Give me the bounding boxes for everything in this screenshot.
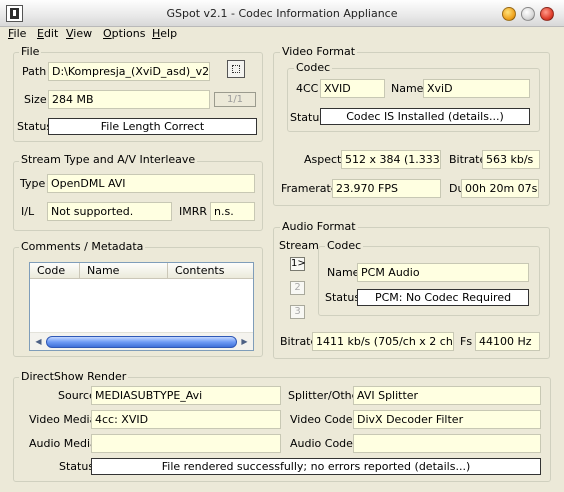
menu-help[interactable]: Help bbox=[152, 27, 177, 40]
file-status-field: File Length Correct bbox=[48, 118, 257, 135]
audio-status-label: Status bbox=[325, 291, 361, 304]
audio-stream-3-button[interactable]: 3 bbox=[290, 305, 305, 319]
video-codec-label: Video Codec bbox=[290, 413, 359, 426]
menu-view-label: iew bbox=[73, 27, 93, 40]
video-name-label: Name bbox=[391, 82, 424, 95]
minimize-button[interactable] bbox=[502, 7, 516, 21]
column-header-contents[interactable]: Contents bbox=[168, 263, 253, 279]
menu-file[interactable]: File bbox=[8, 27, 26, 40]
video-media-field[interactable]: 4cc: XVID bbox=[91, 410, 281, 429]
splitter-field[interactable]: AVI Splitter bbox=[353, 386, 541, 405]
audio-stream-2-button[interactable]: 2 bbox=[290, 281, 305, 295]
imrr-field[interactable]: n.s. bbox=[210, 202, 255, 221]
audio-codec-field[interactable] bbox=[353, 434, 541, 453]
fourcc-field[interactable]: XVID bbox=[320, 79, 385, 98]
audio-codec-label: Audio Codec bbox=[290, 437, 359, 450]
audio-stream-1-button[interactable]: 1> bbox=[290, 257, 306, 271]
video-codec-group-label: Codec bbox=[294, 61, 333, 74]
size-label: Size bbox=[24, 93, 47, 106]
page-indicator[interactable]: 1/1 bbox=[214, 92, 256, 107]
menu-options[interactable]: Options bbox=[103, 27, 145, 40]
close-button[interactable] bbox=[540, 7, 554, 21]
menu-help-label: elp bbox=[160, 27, 178, 40]
menu-options-key: O bbox=[103, 27, 112, 40]
video-status-field[interactable]: Codec IS Installed (details...) bbox=[320, 108, 530, 125]
path-label: Path bbox=[22, 65, 47, 78]
stream-type-group-label: Stream Type and A/V Interleave bbox=[19, 153, 198, 166]
audio-bitrate-field[interactable]: 1411 kb/s (705/ch x 2 ch) bbox=[312, 332, 454, 351]
audio-name-field[interactable]: PCM Audio bbox=[357, 263, 529, 282]
aspect-label: Aspect bbox=[304, 153, 342, 166]
fs-label: Fs bbox=[460, 335, 473, 348]
audio-media-field[interactable] bbox=[91, 434, 281, 453]
scroll-left-icon[interactable]: ◀ bbox=[31, 335, 46, 349]
directshow-group-label: DirectShow Render bbox=[19, 370, 129, 383]
source-field[interactable]: MEDIASUBTYPE_Avi bbox=[91, 386, 281, 405]
menu-edit-label: dit bbox=[43, 27, 59, 40]
menu-options-label: ptions bbox=[111, 27, 146, 40]
menu-view[interactable]: View bbox=[66, 27, 92, 40]
metadata-list[interactable]: Code Name Contents ◀ ▶ bbox=[29, 262, 254, 351]
menu-edit[interactable]: Edit bbox=[37, 27, 58, 40]
il-field[interactable]: Not supported. bbox=[47, 202, 172, 221]
fourcc-label: 4CC bbox=[296, 82, 319, 95]
file-status-label: Status bbox=[17, 120, 53, 133]
browse-icon bbox=[232, 65, 240, 73]
audio-media-label: Audio Media bbox=[29, 437, 97, 450]
column-header-name[interactable]: Name bbox=[80, 263, 168, 279]
aspect-field[interactable]: 512 x 384 (1.333 : bbox=[341, 150, 441, 169]
audio-status-field[interactable]: PCM: No Codec Required bbox=[357, 289, 529, 306]
stream-label: Stream bbox=[279, 239, 319, 252]
window-title: GSpot v2.1 - Codec Information Appliance bbox=[166, 7, 398, 20]
render-status-field[interactable]: File rendered successfully; no errors re… bbox=[91, 458, 541, 475]
video-media-label: Video Media bbox=[29, 413, 97, 426]
type-label: Type bbox=[20, 177, 46, 190]
scroll-right-icon[interactable]: ▶ bbox=[237, 335, 252, 349]
imrr-label: IMRR bbox=[179, 205, 208, 218]
video-name-field[interactable]: XviD bbox=[423, 79, 530, 98]
file-group-label: File bbox=[19, 45, 42, 58]
il-label: I/L bbox=[21, 205, 35, 218]
fs-field[interactable]: 44100 Hz bbox=[475, 332, 540, 351]
comments-group-label: Comments / Metadata bbox=[19, 240, 146, 253]
type-field[interactable]: OpenDML AVI bbox=[47, 174, 255, 193]
menu-edit-key: E bbox=[37, 27, 44, 40]
framerate-field[interactable]: 23.970 FPS bbox=[332, 179, 441, 198]
menu-file-label: ile bbox=[13, 27, 27, 40]
audio-name-label: Name bbox=[327, 266, 360, 279]
audio-codec-group-label: Codec bbox=[325, 239, 364, 252]
browse-button[interactable] bbox=[227, 60, 245, 78]
video-format-group-label: Video Format bbox=[280, 45, 358, 58]
title-bar[interactable]: GSpot v2.1 - Codec Information Appliance bbox=[0, 0, 564, 27]
video-codec-field[interactable]: DivX Decoder Filter bbox=[353, 410, 541, 429]
audio-format-group-label: Audio Format bbox=[280, 220, 358, 233]
render-status-label: Status bbox=[59, 460, 95, 473]
horizontal-scrollbar[interactable]: ◀ ▶ bbox=[30, 332, 253, 350]
scroll-thumb[interactable] bbox=[46, 336, 237, 348]
duration-field[interactable]: 00h 20m 07s bbox=[461, 179, 539, 198]
framerate-label: Framerate bbox=[281, 182, 338, 195]
size-field[interactable]: 284 MB bbox=[48, 90, 210, 109]
path-field[interactable]: D:\Kompresja_(XviD_asd)_v2.2\ bbox=[48, 62, 210, 81]
column-header-code[interactable]: Code bbox=[30, 263, 80, 279]
video-bitrate-label: Bitrate bbox=[449, 153, 487, 166]
maximize-button[interactable] bbox=[521, 7, 535, 21]
splitter-label: Splitter/Other bbox=[288, 389, 363, 402]
video-bitrate-field[interactable]: 563 kb/s bbox=[482, 150, 540, 169]
menu-bar: File Edit View Options Help bbox=[0, 27, 564, 44]
